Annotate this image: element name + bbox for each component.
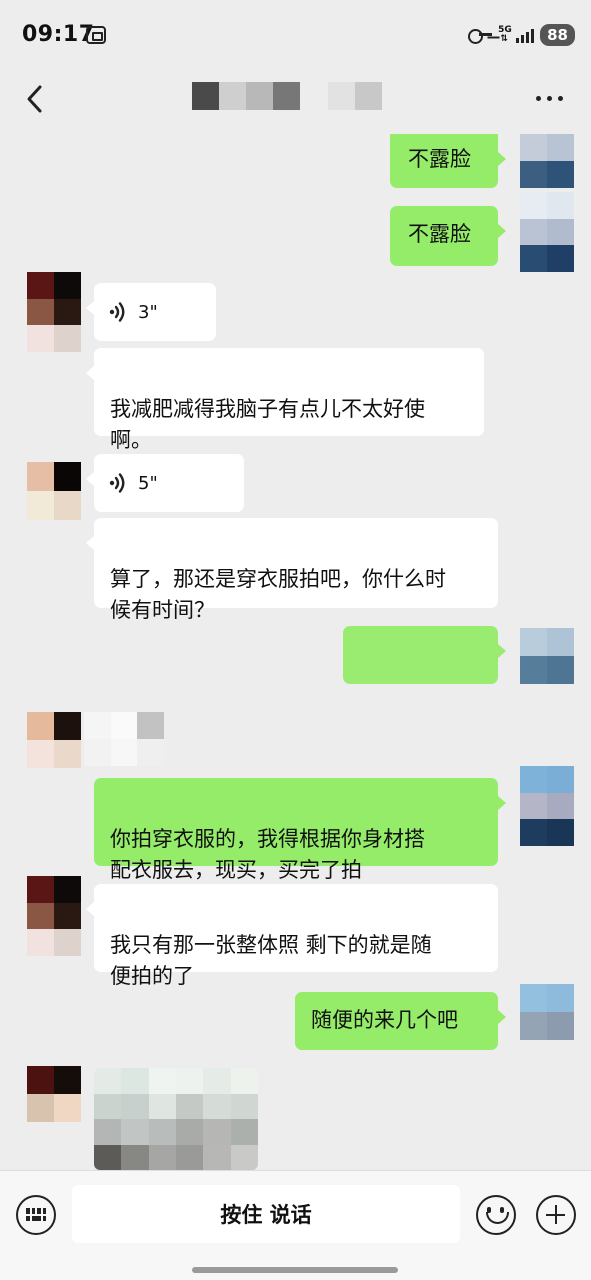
message-bubble-out[interactable]: 不露脸	[390, 206, 506, 266]
avatar-other[interactable]	[27, 876, 81, 956]
signal-icon	[516, 27, 535, 43]
avatar-me[interactable]	[520, 766, 574, 846]
keyboard-icon[interactable]	[16, 1195, 56, 1235]
input-bar: 按住 说话	[0, 1170, 591, 1280]
message-bubble-in[interactable]: 我只有那一张整体照 剩下的就是随 便拍的了	[86, 884, 498, 988]
message-bubble-out-redacted[interactable]	[343, 626, 506, 684]
message-text: 你拍穿衣服的，我得根据你身材搭 配衣服去，现买，买完了拍	[110, 827, 425, 882]
message-list[interactable]: 不露脸 不露脸 3" 我减肥减得我脑子有点儿不太好使 啊。 5" 算了，那还是穿…	[0, 134, 591, 1170]
avatar-me[interactable]	[520, 192, 574, 272]
message-text: 随便的来几个吧	[311, 1008, 458, 1032]
voice-duration: 3"	[138, 301, 158, 323]
status-bar: 09:17 5G ⇅ 88	[0, 0, 591, 62]
message-text: 我只有那一张整体照 剩下的就是随 便拍的了	[110, 933, 432, 988]
avatar-other[interactable]	[27, 462, 81, 520]
avatar-me[interactable]	[520, 628, 574, 684]
hold-to-talk-button[interactable]: 按住 说话	[72, 1185, 460, 1243]
message-text: 不露脸	[408, 147, 471, 171]
emoji-icon[interactable]	[476, 1195, 516, 1235]
status-time: 09:17	[22, 22, 95, 47]
voice-wave-icon	[109, 302, 125, 322]
redacted-message-mosaic	[84, 712, 164, 766]
home-indicator[interactable]	[192, 1267, 398, 1273]
message-bubble-in[interactable]: 算了，那还是穿衣服拍吧，你什么时 候有时间？	[86, 518, 498, 622]
message-bubble-in[interactable]: 我减肥减得我脑子有点儿不太好使 啊。	[86, 348, 484, 452]
voice-wave-icon	[109, 473, 125, 493]
screen-record-icon	[86, 26, 106, 44]
plus-icon[interactable]	[536, 1195, 576, 1235]
chat-header	[0, 62, 591, 134]
avatar-other[interactable]	[27, 272, 81, 352]
chat-title-redacted	[192, 82, 300, 110]
avatar-other[interactable]	[27, 1066, 81, 1122]
avatar-me[interactable]	[520, 134, 574, 188]
voice-duration: 5"	[138, 472, 158, 494]
message-bubble-out[interactable]: 你拍穿衣服的，我得根据你身材搭 配衣服去，现买，买完了拍	[94, 778, 506, 882]
avatar-other[interactable]	[27, 712, 81, 768]
message-text: 我减肥减得我脑子有点儿不太好使 啊。	[110, 397, 425, 452]
voice-message-bubble[interactable]: 5"	[86, 454, 244, 512]
more-dots-icon[interactable]	[536, 96, 563, 101]
chat-title-redacted-2	[328, 82, 382, 110]
avatar-me[interactable]	[520, 984, 574, 1040]
network-label: 5G	[498, 25, 512, 35]
voice-message-bubble[interactable]: 3"	[86, 283, 216, 341]
message-text: 不露脸	[408, 222, 471, 246]
message-text: 算了，那还是穿衣服拍吧，你什么时 候有时间？	[110, 567, 446, 622]
status-icons: 5G ⇅ 88	[468, 22, 575, 48]
network-5g-icon: 5G ⇅	[498, 25, 512, 44]
vpn-key-icon	[468, 28, 493, 44]
message-bubble-out[interactable]: 不露脸	[390, 134, 506, 188]
image-message-thumbnail[interactable]	[94, 1068, 258, 1170]
chevron-left-icon[interactable]	[24, 84, 50, 114]
message-bubble-out[interactable]: 随便的来几个吧	[295, 992, 506, 1050]
battery-icon: 88	[540, 24, 575, 46]
